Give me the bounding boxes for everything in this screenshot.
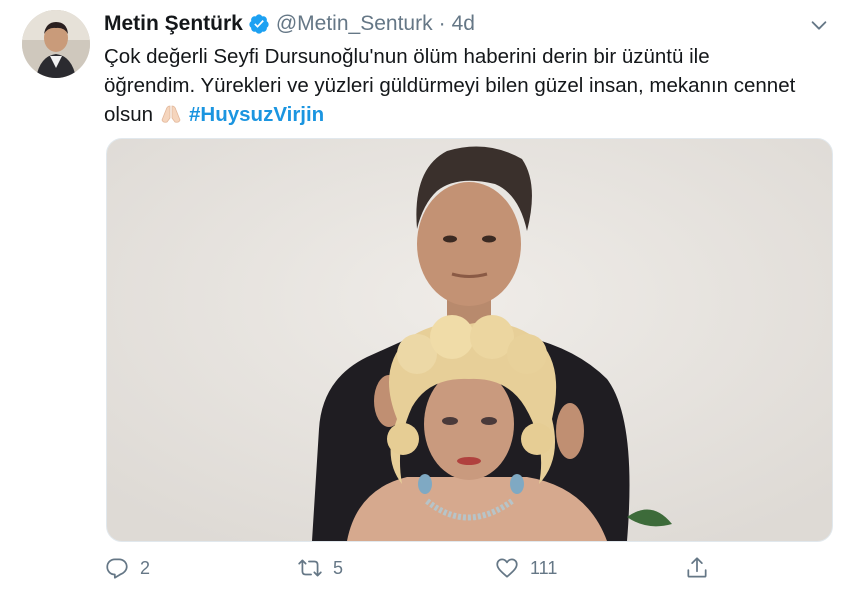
share-icon <box>687 557 707 578</box>
chevron-down-icon[interactable] <box>808 14 830 36</box>
retweet-icon <box>298 559 322 577</box>
reply-icon <box>106 558 128 579</box>
tweet: Metin Şentürk @Metin_Senturk · 4d Çok de… <box>0 0 850 595</box>
tweet-header: Metin Şentürk @Metin_Senturk · 4d <box>104 11 475 37</box>
tweet-photo[interactable] <box>106 138 833 542</box>
hashtag-link[interactable]: #HuysuzVirjin <box>189 103 324 126</box>
praying-hands-emoji <box>157 103 185 123</box>
tweet-text-line-3: olsun #HuysuzVirjin <box>104 100 829 129</box>
tweet-actions: 2 5 111 <box>104 554 724 582</box>
reply-button[interactable]: 2 <box>104 555 150 581</box>
retweet-count: 5 <box>333 557 344 578</box>
verified-badge-icon <box>248 13 270 35</box>
handle[interactable]: @Metin_Senturk <box>276 12 433 36</box>
tweet-text: Çok değerli Seyfi Dursunoğlu'nun ölüm ha… <box>104 42 829 129</box>
reply-count: 2 <box>140 557 151 578</box>
separator-dot: · <box>438 12 446 35</box>
like-button[interactable]: 111 <box>494 555 557 581</box>
like-count: 111 <box>530 557 558 578</box>
like-icon <box>496 558 518 578</box>
tweet-text-line-2: öğrendim. Yürekleri ve yüzleri güldürmey… <box>104 74 796 97</box>
retweet-button[interactable]: 5 <box>297 555 343 581</box>
tweet-text-prefix: olsun <box>104 103 154 126</box>
share-button[interactable] <box>684 555 710 581</box>
display-name[interactable]: Metin Şentürk <box>104 12 243 36</box>
timestamp[interactable]: 4d <box>452 12 475 36</box>
avatar[interactable] <box>22 10 90 78</box>
tweet-text-line-1: Çok değerli Seyfi Dursunoğlu'nun ölüm ha… <box>104 45 710 68</box>
